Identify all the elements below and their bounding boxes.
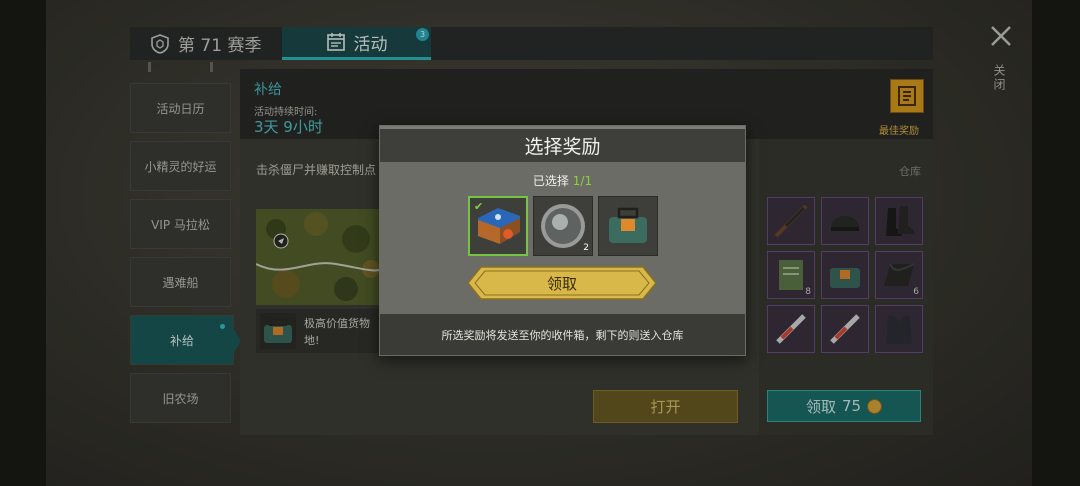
sidebar-item-supply[interactable]: 补给 — [130, 315, 241, 365]
shield-icon — [150, 33, 170, 54]
prize-row: 极高价值货物 地! — [256, 309, 386, 353]
tab-event-label: 活动 — [353, 34, 388, 55]
sidebar-item-old-farm[interactable]: 旧农场 — [130, 373, 231, 423]
depot-slot[interactable] — [875, 197, 923, 245]
rifle-icon — [774, 204, 808, 238]
depot-slot[interactable] — [767, 197, 815, 245]
depot-panel: 仓库 8 6 领取 75 — [759, 139, 933, 435]
vest-icon — [886, 316, 912, 344]
selected-line: 已选择 1/1 — [380, 172, 745, 189]
modal-footer-note: 所选奖励将发送至你的收件箱，剩下的则送入仓库 — [380, 314, 745, 355]
collect-button[interactable]: 领取 75 — [767, 390, 921, 422]
sidebar-item-calendar[interactable]: 活动日历 — [130, 83, 231, 133]
sidebar-item-label: 补给 — [169, 333, 194, 348]
selected-prefix: 已选择 — [532, 174, 569, 188]
tab-season-label: 第 71 赛季 — [178, 36, 262, 56]
collect-cost: 75 — [841, 397, 862, 415]
claim-reward-button[interactable]: 领取 — [467, 266, 657, 300]
reward-option[interactable] — [598, 196, 658, 256]
sidebar-item-lucky[interactable]: 小精灵的好运 — [130, 141, 231, 191]
helmet-icon — [831, 216, 859, 231]
calendar-icon — [326, 32, 346, 52]
syringe-icon — [830, 314, 860, 344]
section-title: 补给 — [254, 82, 282, 98]
reward-option[interactable]: ✔ — [468, 196, 528, 256]
prize-text: 极高价值货物 地! — [304, 317, 370, 347]
boots-icon — [886, 206, 914, 236]
sidebar-item-label: 旧农场 — [162, 391, 199, 406]
open-button[interactable]: 打开 — [593, 390, 738, 423]
supply-bag-icon — [260, 313, 296, 349]
slot-count: 8 — [805, 287, 811, 297]
syringe-icon — [776, 314, 806, 344]
option-count: 2 — [583, 243, 589, 253]
depot-slot[interactable] — [767, 305, 815, 353]
peg — [148, 62, 151, 72]
sidebar-item-label: 活动日历 — [156, 101, 205, 116]
supply-bag-icon — [609, 207, 647, 243]
collect-label: 领取 — [805, 397, 836, 416]
sidebar-item-label: 小精灵的好运 — [144, 159, 217, 174]
close-label[interactable]: 关闭 — [991, 64, 1008, 92]
select-reward-modal: 选择奖励 已选择 1/1 ✔ 2 领取 所选奖励将发送至你的收件箱，剩下的则送入… — [379, 125, 746, 356]
tab-event[interactable]: 活动 — [282, 27, 431, 60]
depot-label: 仓库 — [899, 165, 921, 178]
sidebar-item-vip[interactable]: VIP 马拉松 — [130, 199, 231, 249]
slot-count: 6 — [913, 287, 919, 297]
peg — [210, 62, 213, 72]
top-tab-bar: 第 71 赛季 活动 3 — [130, 27, 933, 60]
depot-slot[interactable] — [821, 305, 869, 353]
event-badge: 3 — [416, 28, 429, 41]
depot-slot[interactable] — [821, 197, 869, 245]
claim-label: 领取 — [546, 274, 577, 293]
depot-slot[interactable]: 6 — [875, 251, 923, 299]
close-icon[interactable] — [990, 25, 1012, 47]
reward-option[interactable]: 2 — [533, 196, 593, 256]
map-image — [256, 209, 386, 305]
sidebar-item-label: VIP 马拉松 — [151, 217, 210, 232]
sidebar-item-label: 遇难船 — [162, 275, 199, 290]
tab-season[interactable]: 第 71 赛季 — [150, 27, 261, 60]
best-reward-icon[interactable] — [890, 79, 924, 113]
modal-body: 已选择 1/1 ✔ 2 领取 — [380, 162, 745, 314]
notification-dot — [220, 324, 225, 329]
coin-icon — [867, 398, 883, 414]
check-icon: ✔ — [474, 200, 484, 213]
duration-value: 3天 9小时 — [254, 118, 323, 136]
best-reward-label: 最佳奖励 — [879, 126, 919, 137]
supply-bag-icon — [830, 268, 860, 288]
depot-slot[interactable] — [875, 305, 923, 353]
sidebar-pegs — [148, 62, 214, 72]
selected-count: 1/1 — [572, 174, 593, 188]
sidebar-item-shipwreck[interactable]: 遇难船 — [130, 257, 231, 307]
event-description: 击杀僵尸并赚取控制点 — [256, 163, 377, 177]
modal-title: 选择奖励 — [380, 126, 745, 162]
depot-slot[interactable] — [821, 251, 869, 299]
depot-slot[interactable]: 8 — [767, 251, 815, 299]
